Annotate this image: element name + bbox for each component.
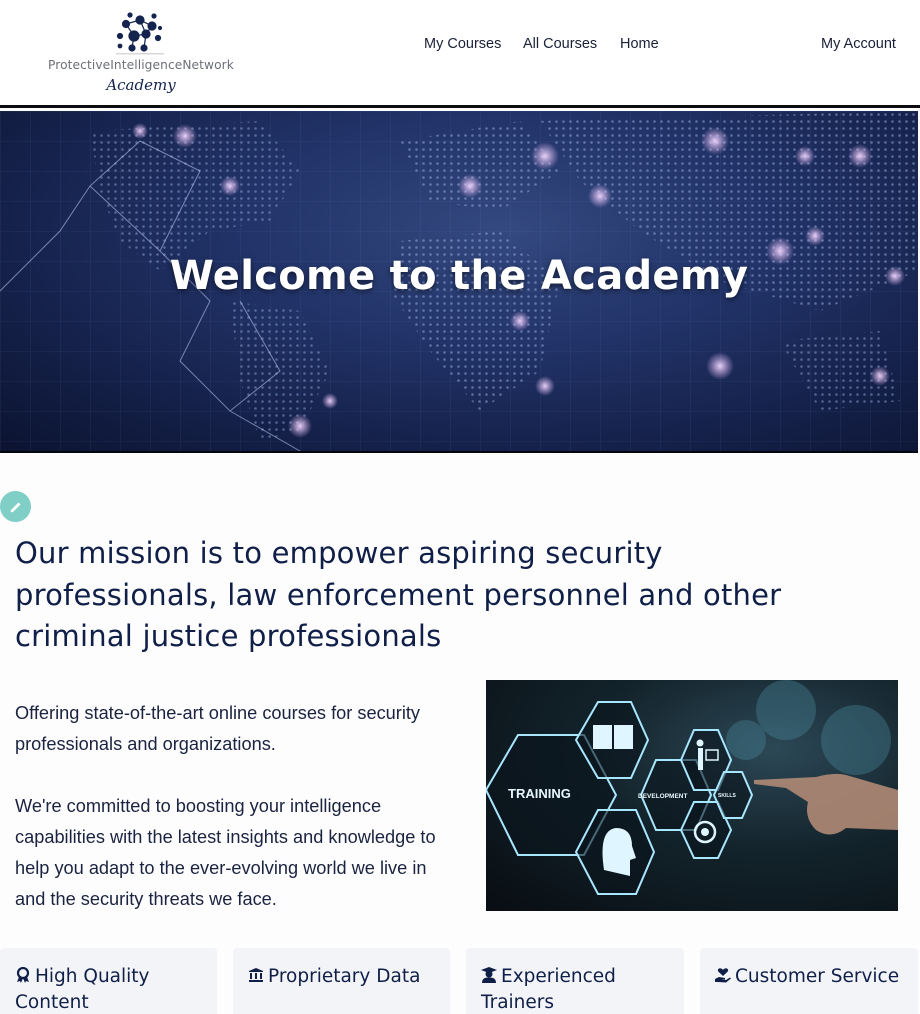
training-hexagons-illustration: TRAINING DEVELOPMENT SKILLS: [486, 680, 898, 895]
training-image: TRAINING DEVELOPMENT SKILLS: [486, 680, 898, 911]
feature-card-quality: High Quality Content: [0, 948, 217, 1014]
feature-title: Experienced Trainers: [481, 966, 616, 1013]
nav-my-account[interactable]: My Account: [821, 36, 896, 52]
hand-heart-icon: [715, 968, 731, 983]
mission-heading: Our mission is to empower aspiring secur…: [15, 536, 782, 653]
graduate-icon: [481, 967, 497, 983]
logo-subtitle: Academy: [106, 76, 176, 94]
feature-card-trainers: Experienced Trainers: [466, 948, 684, 1014]
edit-button[interactable]: [0, 491, 31, 522]
skills-label: SKILLS: [718, 793, 736, 799]
development-label: DEVELOPMENT: [638, 793, 688, 800]
intro-text: Offering state-of-the-art online courses…: [15, 698, 455, 915]
nav-home[interactable]: Home: [620, 36, 659, 52]
feature-card-data: Proprietary Data: [233, 948, 450, 1014]
feature-title: Customer Service: [735, 966, 900, 987]
network-globe-icon: [116, 12, 164, 55]
bank-icon: [249, 968, 263, 982]
training-label: TRAINING: [508, 786, 571, 801]
logo-text: ProtectiveIntelligenceNetwork: [48, 58, 234, 72]
award-icon: [16, 967, 30, 983]
feature-title: High Quality Content: [15, 966, 150, 1013]
pencil-icon: [10, 502, 20, 512]
nav-all-courses[interactable]: All Courses: [523, 36, 597, 52]
site-logo[interactable]: ProtectiveIntelligenceNetwork Academy: [44, 10, 238, 100]
site-header: ProtectiveIntelligenceNetwork Academy My…: [0, 0, 920, 108]
hero-title: Welcome to the Academy: [169, 253, 749, 299]
feature-card-service: Customer Service: [700, 948, 918, 1014]
intro-paragraph: Offering state-of-the-art online courses…: [15, 703, 421, 754]
intro-paragraph: We're committed to boosting your intelli…: [15, 796, 436, 909]
feature-title: Proprietary Data: [268, 966, 421, 987]
hero-banner: Welcome to the Academy: [0, 111, 918, 453]
nav-my-courses[interactable]: My Courses: [424, 36, 501, 52]
